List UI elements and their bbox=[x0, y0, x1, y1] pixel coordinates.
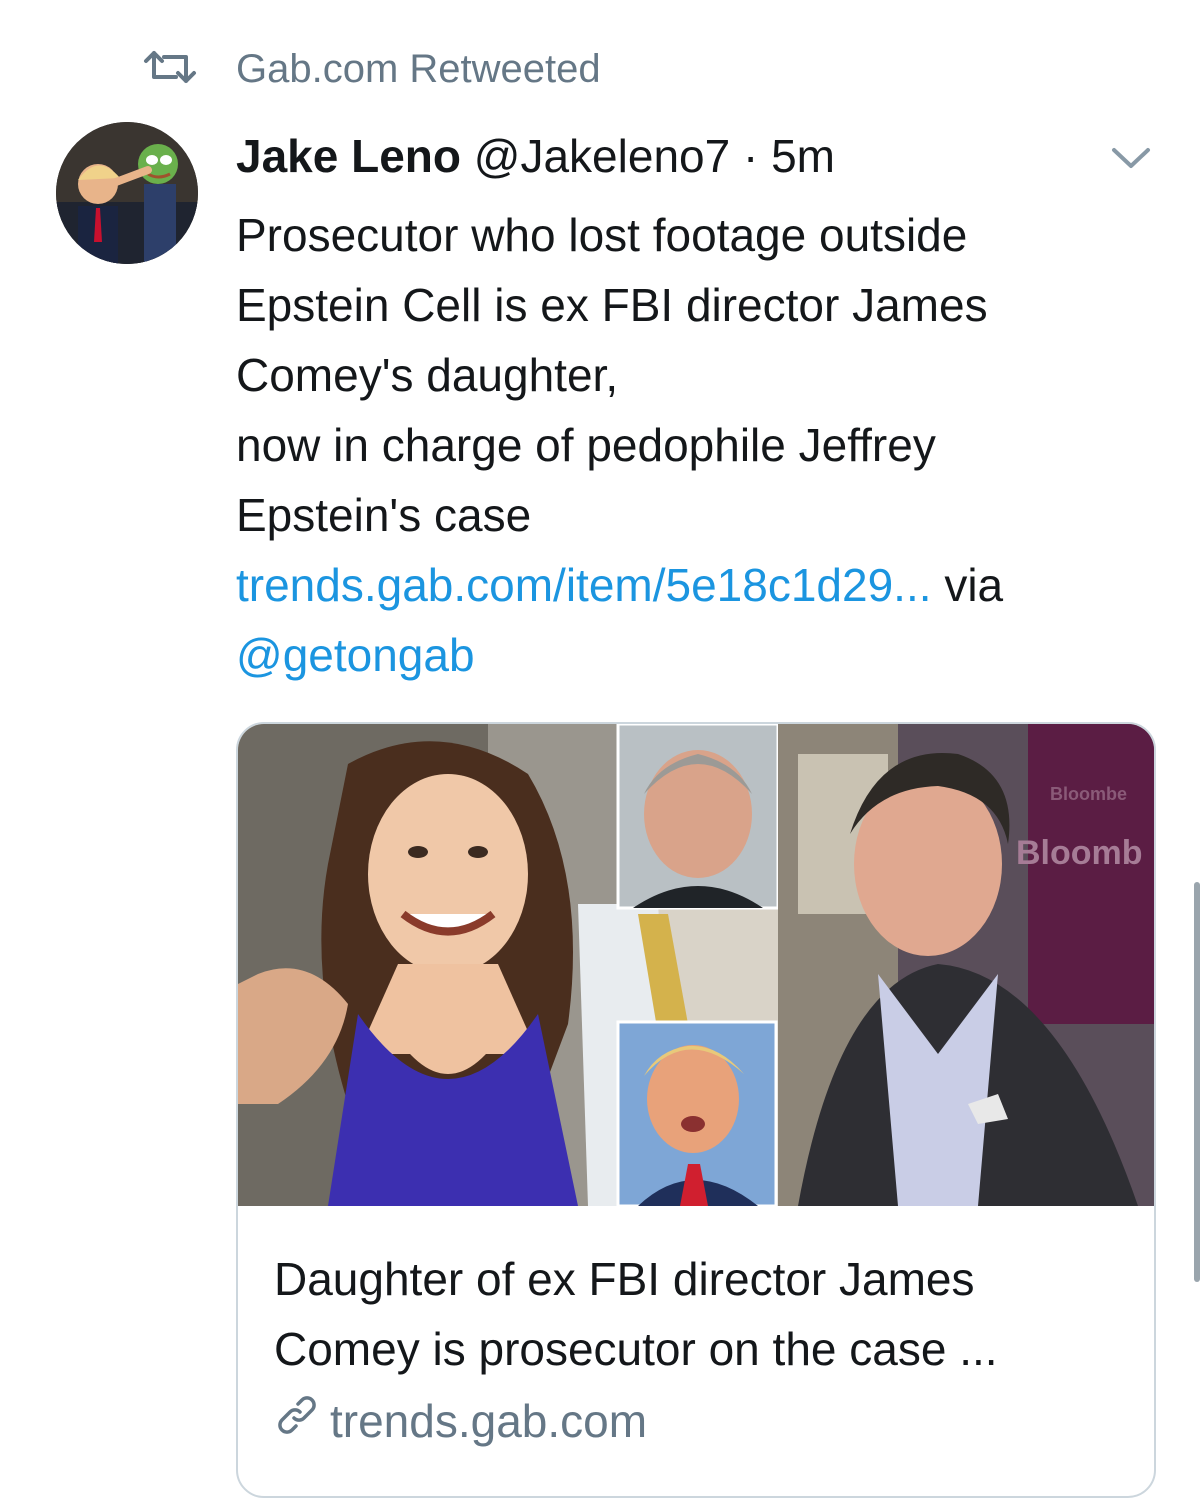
scrollbar[interactable] bbox=[1194, 882, 1200, 1282]
tweet-header: Jake Leno @Jakeleno7 · 5m bbox=[236, 126, 835, 186]
retweet-context: Gab.com Retweeted bbox=[140, 44, 601, 94]
card-image-text: Bloombe bbox=[1050, 784, 1127, 804]
timestamp[interactable]: 5m bbox=[771, 130, 835, 182]
tweet-text-line: Comey's daughter, bbox=[236, 349, 619, 401]
tweet-text-line: Epstein Cell is ex FBI director James bbox=[236, 279, 988, 331]
retweet-label[interactable]: Gab.com Retweeted bbox=[236, 47, 601, 92]
card-domain[interactable]: trends.gab.com bbox=[274, 1392, 647, 1449]
tweet-text-line: Prosecutor who lost footage outside bbox=[236, 209, 968, 261]
card-title[interactable]: Daughter of ex FBI director James Comey … bbox=[274, 1244, 1124, 1384]
link-card[interactable]: Bloombe Bloomb Daughter of ex FBI direct… bbox=[236, 722, 1156, 1498]
author-name[interactable]: Jake Leno bbox=[236, 130, 461, 182]
chevron-down-icon[interactable] bbox=[1108, 140, 1154, 174]
tweet-mention-line: @getongab bbox=[236, 620, 1166, 690]
avatar[interactable] bbox=[56, 122, 198, 264]
mention-link[interactable]: @getongab bbox=[236, 629, 475, 681]
tweet-text-line: now in charge of pedophile Jeffrey bbox=[236, 419, 936, 471]
link-icon bbox=[274, 1392, 330, 1449]
card-title-line: Daughter of ex FBI director James bbox=[274, 1253, 975, 1305]
card-image-text: Bloomb bbox=[1016, 834, 1143, 872]
card-domain-text: trends.gab.com bbox=[330, 1394, 648, 1447]
author-handle[interactable]: @Jakeleno7 bbox=[474, 130, 730, 182]
tweet-link-line: trends.gab.com/item/5e18c1d29... via bbox=[236, 550, 1166, 620]
tweet-text: Prosecutor who lost footage outside Epst… bbox=[236, 200, 1166, 690]
card-title-line: Comey is prosecutor on the case ... bbox=[274, 1323, 998, 1375]
retweet-icon bbox=[140, 47, 200, 92]
via-label: via bbox=[944, 559, 1004, 611]
card-image[interactable]: Bloombe Bloomb bbox=[238, 724, 1154, 1208]
tweet-text-line: Epstein's case bbox=[236, 489, 532, 541]
tweet-link[interactable]: trends.gab.com/item/5e18c1d29... bbox=[236, 559, 932, 611]
separator-dot: · bbox=[742, 130, 759, 182]
